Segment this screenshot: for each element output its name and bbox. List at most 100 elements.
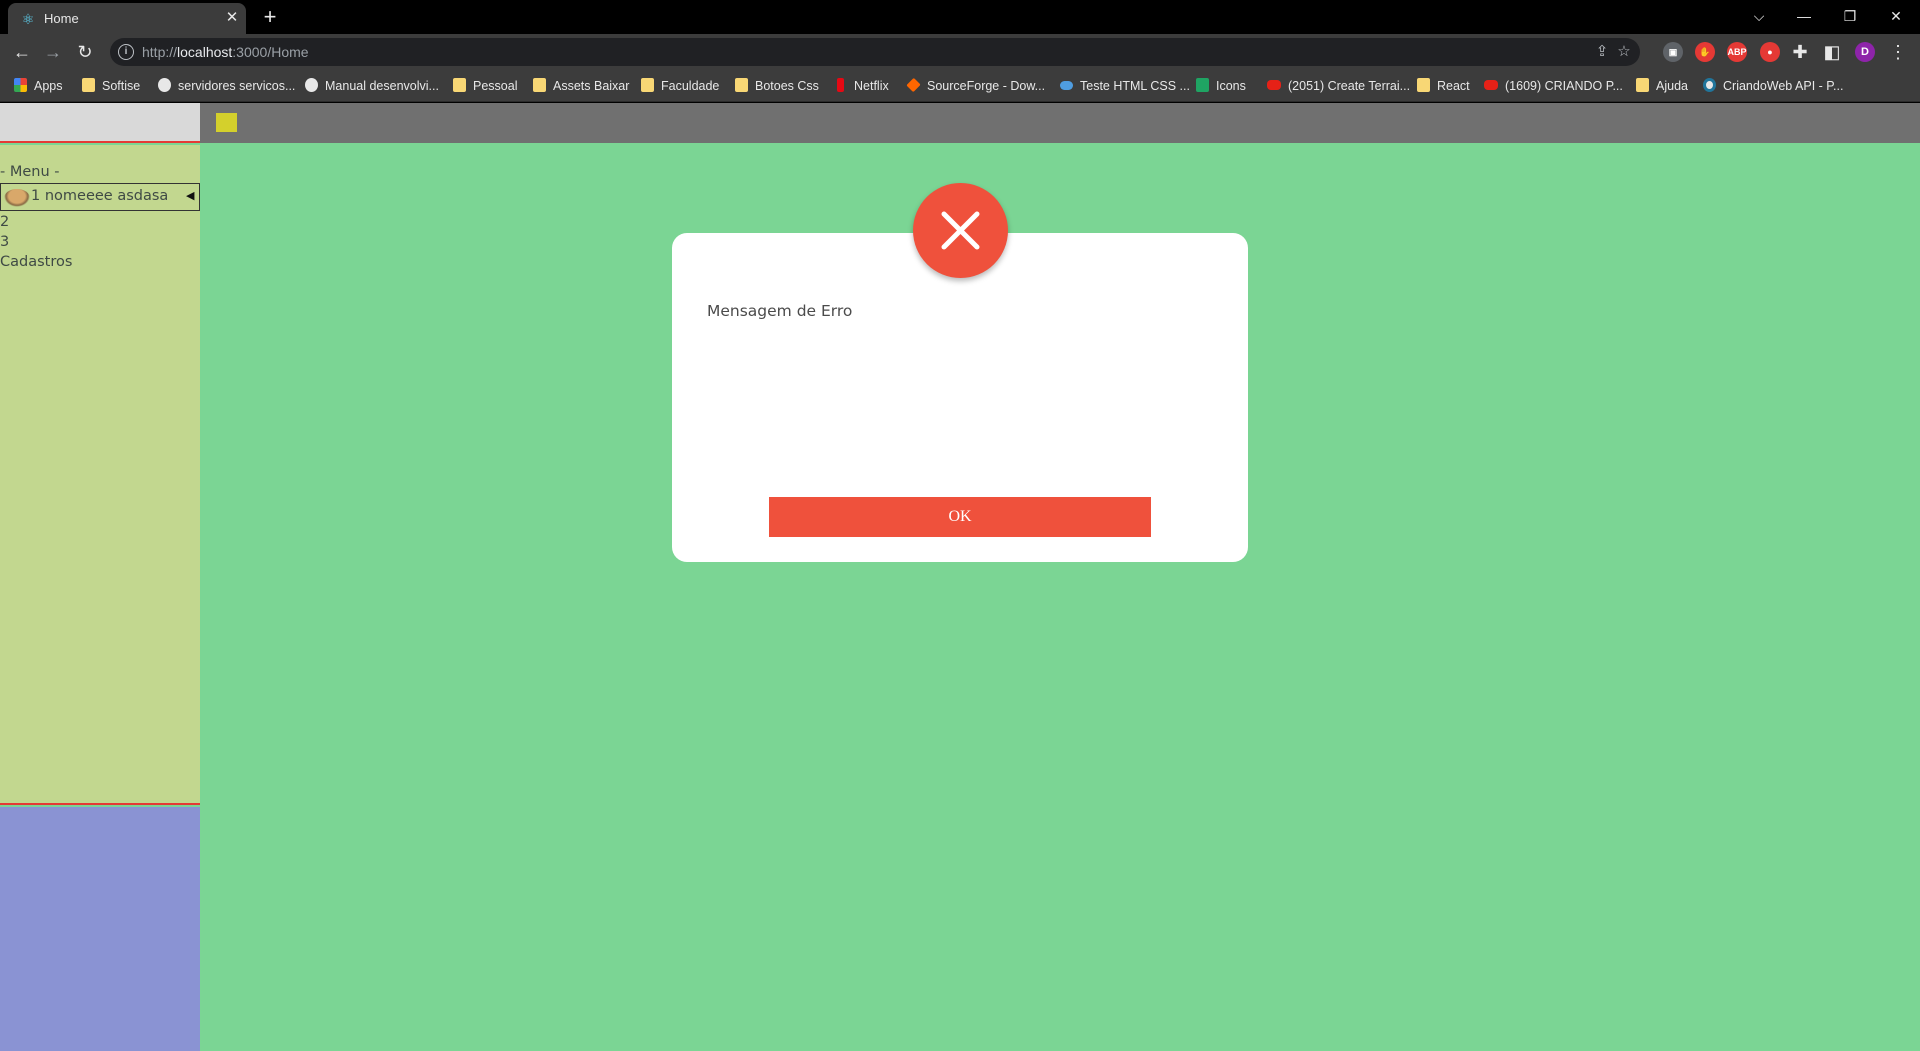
bookmark-label: Netflix: [854, 79, 889, 93]
address-bar[interactable]: i http://localhost:3000/Home ⇪ ☆: [110, 38, 1640, 66]
header-menu-toggle[interactable]: [216, 113, 237, 132]
bookmark-item[interactable]: Softise: [82, 77, 140, 95]
cloud-icon: [1060, 81, 1073, 90]
bookmarks-bar: Apps Softise servidores servicos... Manual …: [0, 70, 1920, 102]
adblock-extension-icon[interactable]: ABP: [1727, 42, 1747, 62]
youtube-icon: [1484, 80, 1498, 90]
address-url[interactable]: http://localhost:3000/Home: [142, 44, 309, 60]
sheets-icon: [1196, 78, 1209, 92]
bookmark-item[interactable]: React: [1417, 77, 1470, 95]
bookmark-label: (2051) Create Terrai...: [1288, 79, 1411, 93]
folder-icon: [641, 78, 654, 92]
sidebar-item-cadastros[interactable]: Cadastros: [0, 254, 72, 270]
bookmark-item[interactable]: SourceForge - Dow...: [906, 77, 1046, 95]
bookmark-item[interactable]: (1609) CRIANDO P...: [1484, 77, 1623, 95]
profile-avatar[interactable]: D: [1855, 42, 1875, 62]
caret-left-icon: ◀: [186, 189, 195, 202]
sidebar-item-label: 1 nomeeee asdasa: [31, 188, 169, 204]
app-header: [200, 103, 1920, 143]
sidebar-item-1[interactable]: 1 nomeeee asdasa ◀: [0, 183, 200, 211]
bookmark-item[interactable]: CriandoWeb API - P...: [1703, 77, 1843, 95]
bookmark-label: Icons: [1216, 79, 1246, 93]
tab-search-dropdown-icon[interactable]: ⌵: [1741, 4, 1777, 28]
bookmark-label: Pessoal: [473, 79, 518, 93]
bookmark-label: React: [1437, 79, 1470, 93]
forward-arrow-icon[interactable]: →: [41, 40, 65, 64]
error-message: Mensagem de Erro: [707, 302, 853, 320]
close-window-button[interactable]: ✕: [1878, 4, 1914, 28]
sourceforge-icon: [906, 77, 921, 93]
bookmark-label: Botoes Css: [755, 79, 819, 93]
globe-icon: [305, 78, 318, 92]
globe-icon: [158, 78, 171, 92]
restore-window-button[interactable]: ❐: [1832, 4, 1868, 28]
folder-icon: [1636, 78, 1649, 92]
bookmark-label: Apps: [34, 79, 63, 93]
folder-icon: [453, 78, 466, 92]
tab-close-icon[interactable]: ✕: [223, 9, 241, 27]
url-path: :3000/Home: [232, 44, 309, 60]
hand-extension-icon[interactable]: ✋: [1695, 42, 1715, 62]
user-avatar: [4, 189, 30, 207]
bookmark-star-icon[interactable]: ☆: [1614, 42, 1634, 62]
menu-title: - Menu -: [0, 164, 60, 180]
back-arrow-icon[interactable]: ←: [10, 40, 34, 64]
bookmark-item[interactable]: Pessoal: [453, 77, 517, 95]
wordpress-icon: [1703, 78, 1716, 92]
page-viewport: - Menu - 1 nomeeee asdasa ◀ 2 3 Cadastro…: [0, 103, 1920, 1051]
side-panel-icon[interactable]: ◧: [1820, 40, 1844, 64]
tab-title: Home: [44, 11, 79, 26]
url-scheme: http://: [142, 44, 178, 60]
bookmark-item[interactable]: Apps: [14, 77, 63, 95]
bookmark-item[interactable]: Teste HTML CSS ...: [1060, 77, 1190, 95]
bookmark-label: Assets Baixar: [553, 79, 630, 93]
screen-recorder-extension-icon[interactable]: ▣: [1663, 42, 1683, 62]
bookmark-label: Manual desenvolvi...: [325, 79, 439, 93]
folder-icon: [533, 78, 546, 92]
bookmark-item[interactable]: Manual desenvolvi...: [305, 77, 439, 95]
bookmark-item[interactable]: Assets Baixar: [533, 77, 629, 95]
reload-icon[interactable]: ↻: [73, 40, 97, 64]
folder-icon: [735, 78, 748, 92]
bookmark-label: Faculdade: [661, 79, 720, 93]
bookmark-item[interactable]: Botoes Css: [735, 77, 819, 95]
apps-grid-icon: [14, 78, 27, 92]
sidebar-item-2[interactable]: 2: [0, 214, 9, 230]
bookmark-item[interactable]: Netflix: [834, 77, 889, 95]
sidebar-menu: - Menu - 1 nomeeee asdasa ◀ 2 3 Cadastro…: [0, 145, 200, 805]
menu-kebab-icon[interactable]: ⋮: [1886, 40, 1910, 64]
bookmark-label: Softise: [102, 79, 141, 93]
sidebar-bottom-panel: [0, 807, 200, 1051]
share-icon[interactable]: ⇪: [1592, 42, 1612, 62]
react-icon: ⚛: [21, 11, 35, 27]
youtube-icon: [1267, 80, 1281, 90]
bookmark-item[interactable]: Faculdade: [641, 77, 719, 95]
browser-tab-bar: ⚛ Home ✕ + ⌵ — ❐ ✕: [0, 0, 1920, 34]
error-modal: Mensagem de Erro OK: [672, 233, 1248, 562]
bookmark-label: Ajuda: [1656, 79, 1688, 93]
error-icon-badge: [913, 183, 1008, 278]
folder-icon: [1417, 78, 1430, 92]
minimize-window-button[interactable]: —: [1786, 4, 1822, 28]
bookmark-item[interactable]: (2051) Create Terrai...: [1267, 77, 1410, 95]
bookmark-label: CriandoWeb API - P...: [1723, 79, 1844, 93]
netflix-icon: [837, 78, 844, 92]
new-tab-button[interactable]: +: [258, 6, 282, 30]
bookmark-label: (1609) CRIANDO P...: [1505, 79, 1623, 93]
sidebar-top-panel: [0, 103, 200, 143]
folder-icon: [82, 78, 95, 92]
close-icon: [941, 211, 980, 250]
extensions-puzzle-icon[interactable]: ✚: [1788, 40, 1812, 64]
browser-tab-home[interactable]: ⚛ Home ✕: [8, 3, 246, 34]
red-extension-icon[interactable]: ●: [1760, 42, 1780, 62]
site-info-icon[interactable]: i: [118, 44, 134, 60]
sidebar-item-3[interactable]: 3: [0, 234, 9, 250]
bookmark-label: servidores servicos...: [178, 79, 296, 93]
bookmark-item[interactable]: Icons: [1196, 77, 1246, 95]
bookmark-label: SourceForge - Dow...: [927, 79, 1046, 93]
bookmark-label: Teste HTML CSS ...: [1080, 79, 1190, 93]
bookmark-item[interactable]: Ajuda: [1636, 77, 1688, 95]
browser-toolbar: ← → ↻ i http://localhost:3000/Home ⇪ ☆ ▣…: [0, 34, 1920, 70]
bookmark-item[interactable]: servidores servicos...: [158, 77, 295, 95]
ok-button[interactable]: OK: [769, 497, 1151, 537]
